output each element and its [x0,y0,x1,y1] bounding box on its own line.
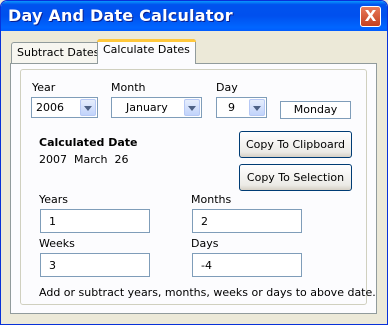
close-button[interactable]: X [360,6,381,27]
days-field[interactable] [192,253,302,277]
chevron-down-icon[interactable] [80,99,96,116]
month-value: January [126,101,168,114]
window-title: Day And Date Calculator [8,6,233,25]
title-bar[interactable]: Day And Date Calculator X [1,1,387,31]
copy-to-selection-button[interactable]: Copy To Selection [239,164,352,191]
day-select[interactable]: 9 [216,97,267,118]
year-value: 2006 [36,101,64,114]
years-field[interactable] [40,209,150,233]
app-window: Day And Date Calculator X Subtract Dates… [0,0,388,325]
years-label: Years [39,193,69,206]
weeks-field[interactable] [40,253,150,277]
day-value: 9 [228,101,235,114]
chevron-down-icon[interactable] [249,99,265,116]
chevron-down-icon[interactable] [184,99,200,116]
hint-text: Add or subtract years, months, weeks or … [39,286,376,299]
year-label: Year [32,81,56,94]
copy-to-clipboard-button[interactable]: Copy To Clipboard [239,131,352,158]
tab-calculate-dates[interactable]: Calculate Dates [97,39,196,64]
weeks-input[interactable] [41,254,149,276]
days-input[interactable] [193,254,301,276]
days-label: Days [191,237,219,250]
weeks-label: Weeks [39,237,75,250]
months-input[interactable] [193,210,301,232]
day-label: Day [216,81,238,94]
months-field[interactable] [192,209,302,233]
weekday-display: Monday [280,101,351,119]
months-label: Months [191,193,232,206]
month-label: Month [111,81,146,94]
years-input[interactable] [41,210,149,232]
calculated-date-value: 2007 March 26 [39,153,129,166]
tab-subtract-dates[interactable]: Subtract Dates [11,42,106,63]
calculated-date-label: Calculated Date [39,136,138,149]
month-select[interactable]: January [111,97,202,118]
year-select[interactable]: 2006 [31,97,98,118]
